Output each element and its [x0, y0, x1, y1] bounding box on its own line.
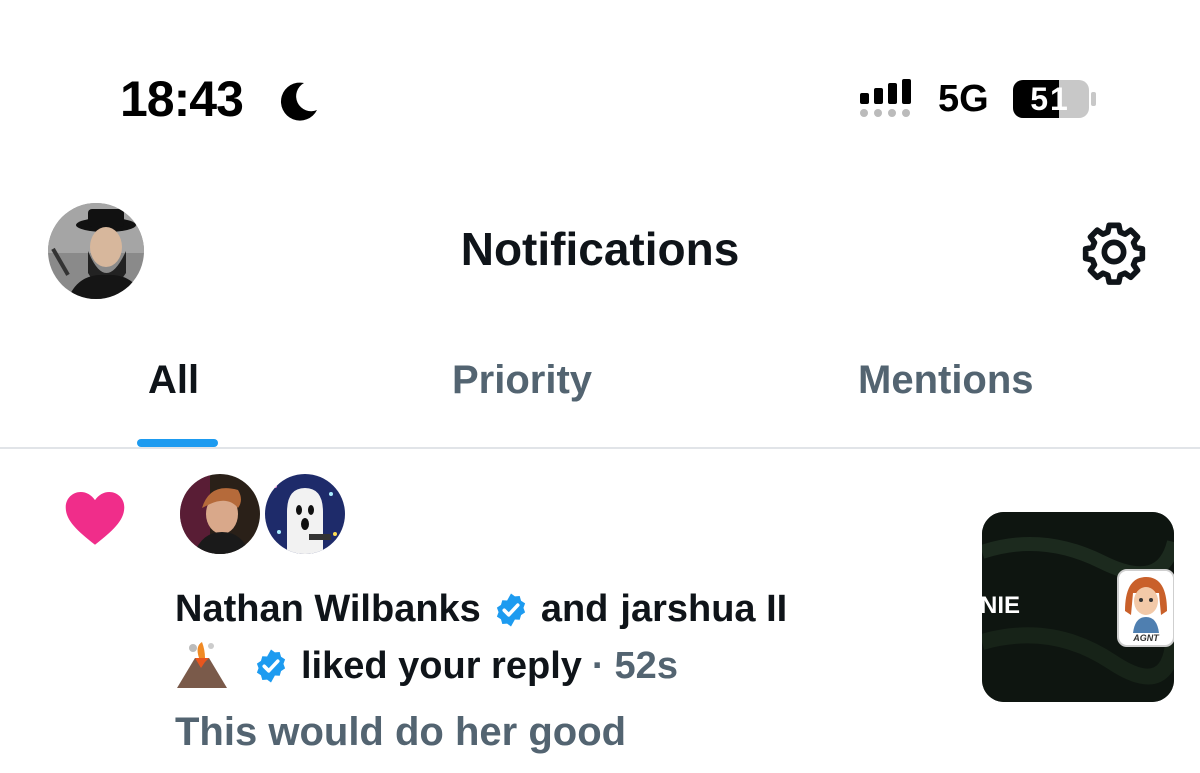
page-title: Notifications: [460, 223, 740, 275]
active-tab-indicator: [137, 439, 218, 447]
verified-badge-icon: [256, 649, 286, 683]
thumbnail-text: NIE: [982, 592, 1021, 619]
tab-mentions[interactable]: Mentions: [858, 358, 1034, 403]
tab-all[interactable]: All: [148, 358, 199, 403]
heart-icon: [65, 492, 125, 545]
user-name-nathan[interactable]: Nathan Wilbanks: [175, 588, 481, 631]
user-name-jarshua[interactable]: jarshua II: [620, 588, 787, 631]
reply-thumbnail[interactable]: NIE AGNT: [982, 512, 1174, 702]
user-avatar-jarshua[interactable]: [262, 471, 348, 557]
status-time: 18:43: [120, 71, 244, 127]
separator: ·: [591, 644, 605, 687]
notification-line-2: liked your reply · 52s: [175, 642, 678, 690]
thumbnail-avatar: AGNT: [1117, 569, 1174, 647]
network-type: 5G: [938, 78, 989, 120]
conjunction: and: [540, 588, 609, 630]
notification-time: 52s: [614, 644, 678, 687]
user-avatar-nathan[interactable]: [177, 471, 263, 557]
divider: [0, 447, 1200, 449]
notification-action: liked your reply: [301, 644, 582, 687]
tab-priority[interactable]: Priority: [452, 358, 592, 403]
battery-level: 51: [1030, 81, 1070, 117]
reply-text[interactable]: This would do her good: [175, 710, 626, 755]
thumbnail-caption: AGNT: [1133, 633, 1159, 643]
notification-line-1: Nathan Wilbanks and jarshua II: [175, 588, 787, 631]
moon-icon: [280, 82, 317, 121]
volcano-icon: [177, 642, 227, 688]
verified-badge-icon: [496, 593, 525, 626]
gear-icon[interactable]: [1080, 218, 1148, 286]
signal-icon: [860, 79, 911, 117]
